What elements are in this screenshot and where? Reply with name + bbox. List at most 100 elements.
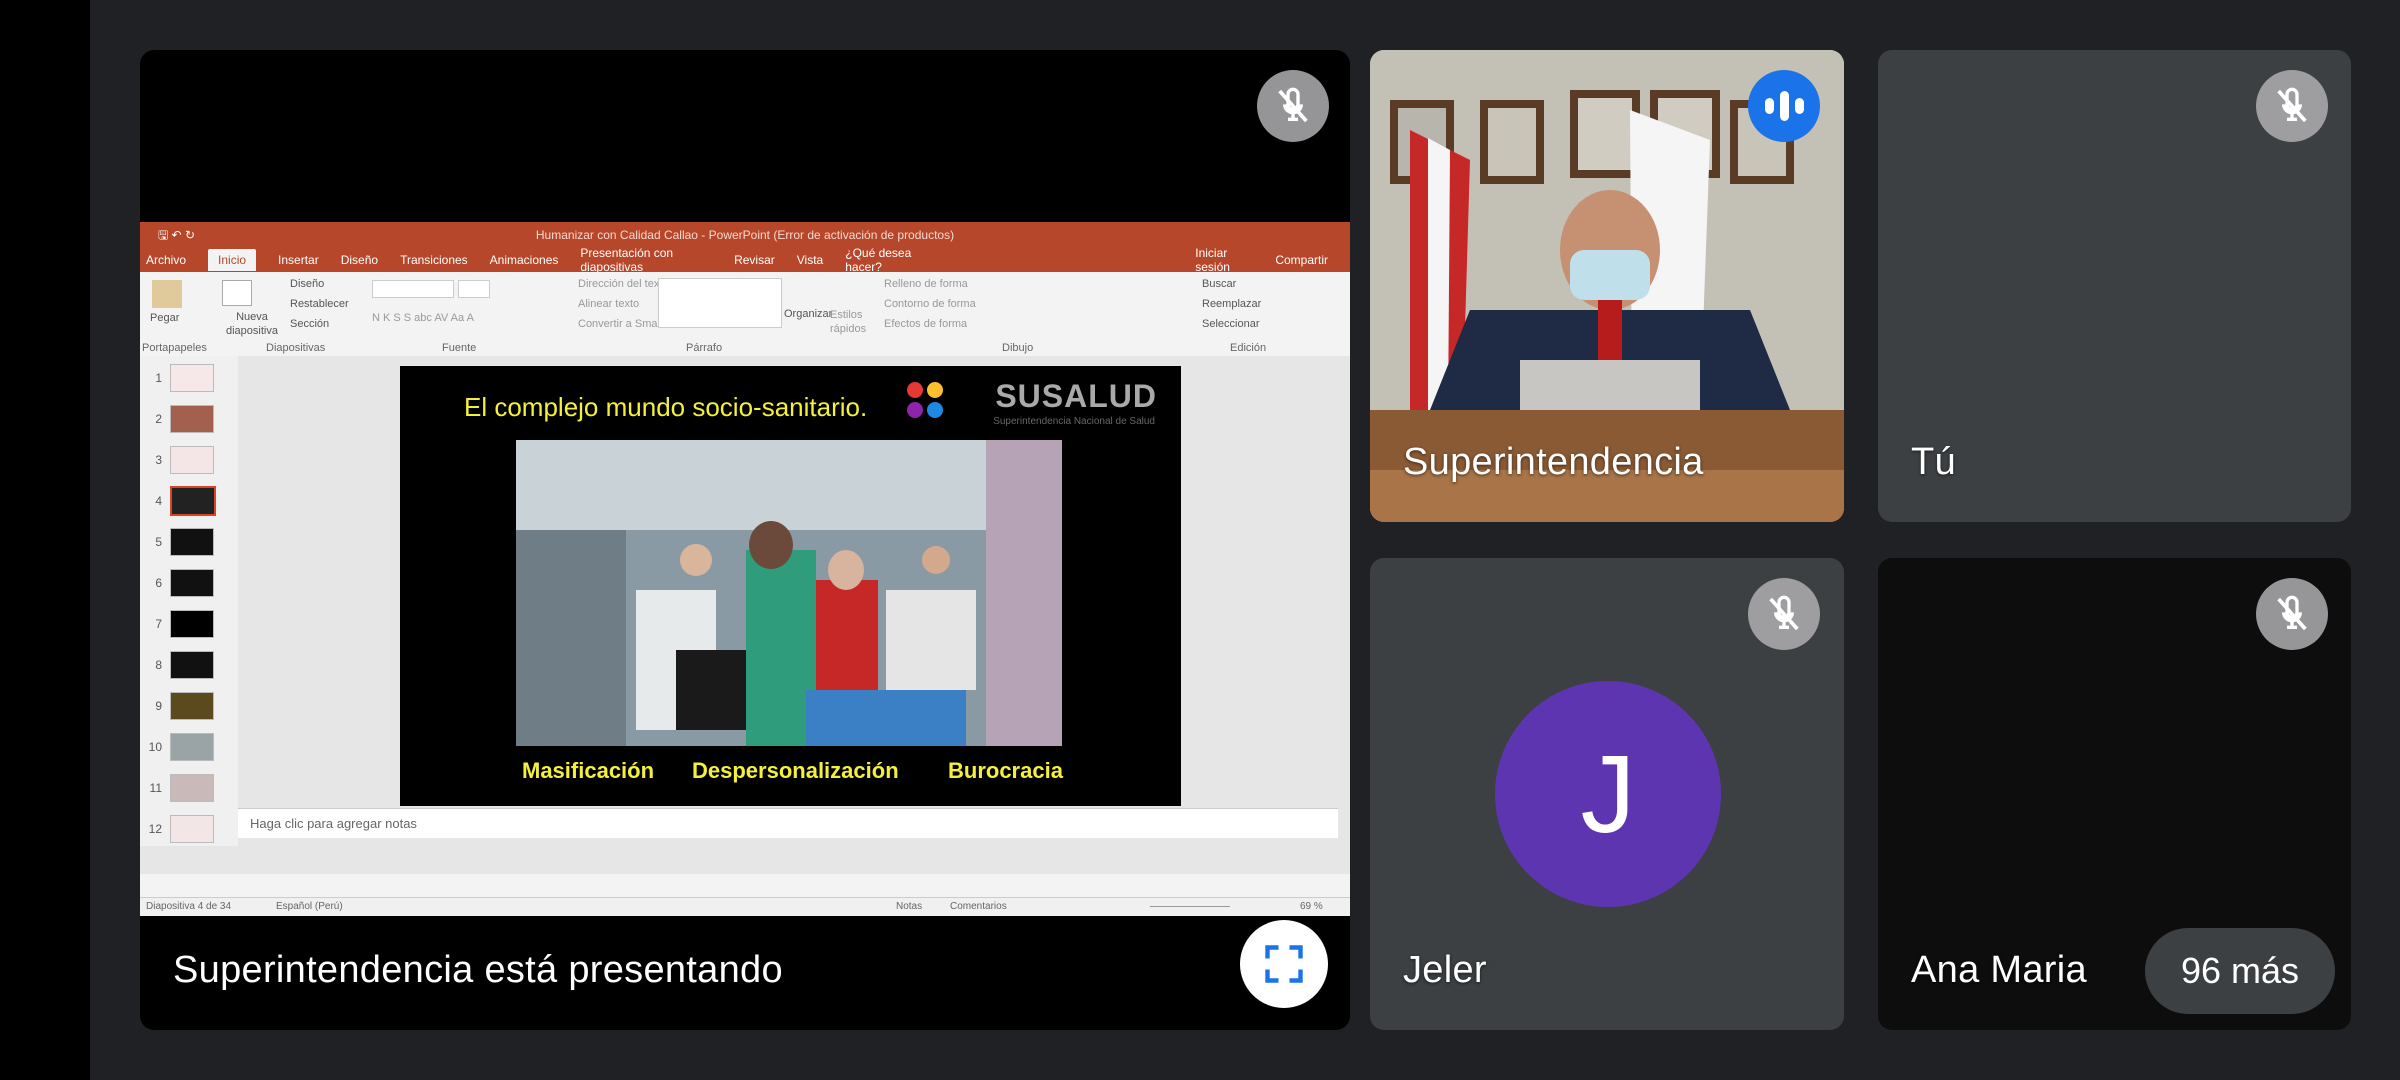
thumbnail[interactable]: 6 [148, 569, 214, 597]
tab-archivo[interactable]: Archivo [146, 253, 186, 267]
reset-button[interactable]: Restablecer [290, 298, 349, 310]
mic-off-icon [1748, 578, 1820, 650]
new-slide-icon [222, 280, 252, 306]
font-name-field[interactable] [372, 280, 454, 298]
powerpoint-window: 🖫 ↶ ↻ Humanizar con Calidad Callao - Pow… [140, 222, 1350, 916]
group-slides: Diapositivas [266, 342, 326, 354]
hospital-photo [516, 440, 1062, 746]
thumbnail-image [170, 774, 214, 802]
quick-styles-button[interactable]: Estilos rápidos [830, 308, 870, 336]
thumbnail[interactable]: 8 [148, 651, 214, 679]
slide-counter: Diapositiva 4 de 34 [146, 901, 232, 912]
thumbnail-image [170, 405, 214, 433]
thumbnail-number: 9 [155, 699, 162, 713]
text-direction-button[interactable]: Dirección del texto [578, 278, 669, 290]
tab-diseno[interactable]: Diseño [341, 253, 378, 267]
thumbnail[interactable]: 2 [148, 405, 214, 433]
replace-button[interactable]: Reemplazar [1202, 298, 1261, 310]
tab-presentacion[interactable]: Presentación con diapositivas [580, 246, 712, 274]
mic-off-icon [2256, 578, 2328, 650]
find-button[interactable]: Buscar [1202, 278, 1236, 290]
zoom-level[interactable]: 69 % [1300, 898, 1323, 916]
thumbnail[interactable]: 5 [148, 528, 214, 556]
slide-thumbnails[interactable]: 1 2 3 4 5 6 7 8 9 10 11 12 [140, 356, 238, 846]
mic-off-icon [1257, 70, 1329, 142]
align-text-button[interactable]: Alinear texto [578, 298, 639, 310]
zoom-slider[interactable] [1150, 906, 1230, 907]
participant-name: Jeler [1403, 949, 1487, 991]
ana-maria-tile[interactable]: Ana Maria 96 más [1878, 558, 2351, 1030]
slide-logo-subtitle: Superintendencia Nacional de Salud [993, 416, 1155, 427]
speaker-tile[interactable]: Superintendencia [1370, 50, 1844, 522]
language-indicator[interactable]: Español (Perú) [276, 898, 343, 916]
thumbnail-active[interactable]: 4 [148, 486, 216, 516]
thumbnail[interactable]: 10 [148, 733, 214, 761]
thumbnail[interactable]: 7 [148, 610, 214, 638]
thumbnail[interactable]: 1 [148, 364, 214, 392]
tab-insertar[interactable]: Insertar [278, 253, 319, 267]
presentation-tile[interactable]: 🖫 ↶ ↻ Humanizar con Calidad Callao - Pow… [140, 50, 1350, 1030]
current-slide[interactable]: El complejo mundo socio-sanitario. SUSAL… [400, 366, 1181, 806]
shape-effects-button[interactable]: Efectos de forma [884, 318, 967, 330]
tab-transiciones[interactable]: Transiciones [400, 253, 468, 267]
group-font: Fuente [442, 342, 477, 354]
thumbnail-image [170, 364, 214, 392]
thumbnail-image [170, 528, 214, 556]
thumbnail-image [170, 446, 214, 474]
slide-logo-text: SUSALUD [995, 378, 1157, 414]
section-button[interactable]: Sección [290, 318, 329, 330]
tell-me-search[interactable]: ¿Qué desea hacer? [845, 246, 933, 274]
ppt-workspace: 1 2 3 4 5 6 7 8 9 10 11 12 El complejo m… [140, 356, 1350, 874]
ppt-window-title: Humanizar con Calidad Callao - PowerPoin… [535, 228, 955, 242]
thumbnail-number: 11 [149, 781, 162, 795]
tab-inicio[interactable]: Inicio [208, 249, 257, 271]
shape-fill-button[interactable]: Relleno de forma [884, 278, 968, 290]
thumbnail-number: 6 [155, 576, 162, 590]
self-tile[interactable]: Tú [1878, 50, 2351, 522]
notes-field[interactable]: Haga clic para agregar notas [238, 808, 1338, 838]
jeler-tile[interactable]: J Jeler [1370, 558, 1844, 1030]
fullscreen-button[interactable] [1240, 920, 1328, 1008]
thumbnail-image [170, 486, 216, 516]
paste-button[interactable]: Pegar [150, 312, 179, 324]
participant-name: Tú [1911, 441, 1956, 483]
tab-vista[interactable]: Vista [797, 253, 823, 267]
thumbnail[interactable]: 9 [148, 692, 214, 720]
thumbnail-number: 3 [155, 453, 162, 467]
slide-keyword: Burocracia [948, 758, 1063, 783]
select-button[interactable]: Seleccionar [1202, 318, 1259, 330]
comments-button[interactable]: Comentarios [950, 898, 1007, 916]
group-clipboard: Portapapeles [142, 342, 207, 354]
thumbnail-number: 5 [155, 535, 162, 549]
thumbnail[interactable]: 11 [148, 774, 214, 802]
shape-outline-button[interactable]: Contorno de forma [884, 298, 976, 310]
new-slide-button[interactable]: Nueva diapositiva [222, 310, 282, 338]
save-icon: 🖫 ↶ ↻ [158, 228, 196, 242]
sign-in-link[interactable]: Iniciar sesión [1195, 246, 1253, 274]
arrange-button[interactable]: Organizar [784, 308, 832, 320]
slide-keyword: Despersonalización [692, 758, 899, 783]
font-size-field[interactable] [458, 280, 490, 298]
ppt-tab-bar: Archivo Inicio Insertar Diseño Transicio… [140, 246, 1350, 274]
speaking-icon [1748, 70, 1820, 142]
tab-animaciones[interactable]: Animaciones [490, 253, 559, 267]
layout-button[interactable]: Diseño [290, 278, 324, 290]
thumbnail[interactable]: 3 [148, 446, 214, 474]
thumbnail-number: 1 [155, 371, 162, 385]
slide-keyword: Masificación [522, 758, 655, 783]
ppt-ribbon: Pegar Nueva diapositiva Diseño Restablec… [140, 272, 1350, 357]
presenting-label: Superintendencia está presentando [173, 949, 783, 991]
shapes-gallery[interactable] [658, 278, 782, 328]
thumbnail-number: 10 [148, 740, 162, 754]
thumbnail-number: 2 [155, 412, 162, 426]
notes-button[interactable]: Notas [896, 898, 922, 916]
thumbnail-number: 8 [155, 658, 162, 672]
mic-off-icon [2256, 70, 2328, 142]
share-button[interactable]: Compartir [1275, 253, 1328, 267]
slide-title: El complejo mundo socio-sanitario. [464, 392, 868, 422]
thumbnail[interactable]: 12 [148, 815, 214, 843]
tab-revisar[interactable]: Revisar [734, 253, 775, 267]
thumbnail-image [170, 692, 214, 720]
more-participants-button[interactable]: 96 más [2144, 928, 2335, 1014]
font-style-buttons[interactable]: N K S S abc AV Aa A [372, 312, 474, 324]
